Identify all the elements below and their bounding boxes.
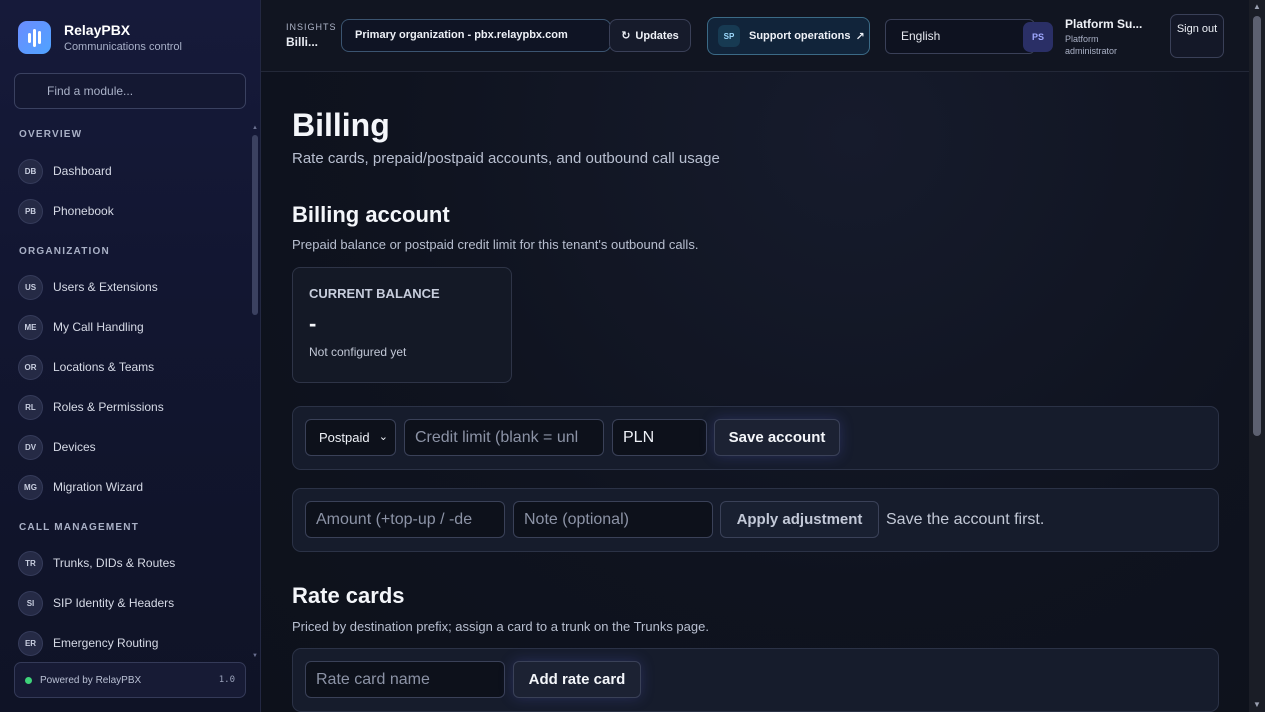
sidebar-item-dashboard[interactable]: DB Dashboard — [0, 151, 252, 191]
page-subtitle: Rate cards, prepaid/postpaid accounts, a… — [292, 150, 720, 167]
sidebar-item-label: My Call Handling — [53, 320, 144, 334]
sidebar: RelayPBX Communications control Find a m… — [0, 0, 261, 712]
emergency-routing-icon: ER — [18, 630, 43, 656]
scroll-down-icon[interactable]: ▼ — [1249, 700, 1265, 709]
sidebar-item-trunks[interactable]: TR Trunks, DIDs & Routes — [0, 543, 252, 583]
sidebar-item-label: Devices — [53, 440, 96, 454]
sidebar-item-label: Users & Extensions — [53, 280, 158, 294]
billing-mode-value: Postpaid — [319, 430, 370, 445]
balance-note: Not configured yet — [309, 345, 407, 359]
sidebar-item-call-handling[interactable]: ME My Call Handling — [0, 307, 252, 347]
user-info: Platform Su... Platform administrator — [1065, 17, 1142, 57]
roles-icon: RL — [18, 394, 43, 420]
dashboard-icon: DB — [18, 158, 43, 184]
support-icon: SP — [718, 25, 740, 47]
add-rate-card-button[interactable]: Add rate card — [513, 661, 641, 698]
sidebar-item-label: Emergency Routing — [53, 636, 159, 650]
module-search-input[interactable]: Find a module... — [14, 73, 246, 109]
breadcrumb-kicker: INSIGHTS — [286, 22, 337, 32]
apply-adjustment-button[interactable]: Apply adjustment — [720, 501, 879, 538]
brand-logo-icon — [18, 21, 51, 54]
topbar: INSIGHTS Billi... Primary organization -… — [261, 0, 1249, 72]
nav-section-title: ORGANIZATION — [19, 246, 110, 257]
scroll-up-icon[interactable]: ▲ — [1249, 2, 1265, 11]
note-input[interactable]: Note (optional) — [513, 501, 713, 538]
scroll-down-icon[interactable]: ▼ — [252, 653, 258, 659]
sidebar-scroll-thumb[interactable] — [252, 135, 258, 315]
support-label: Support operations — [749, 30, 851, 42]
save-account-button[interactable]: Save account — [714, 419, 840, 456]
breadcrumb-title: Billi... — [286, 35, 319, 49]
sidebar-item-locations[interactable]: OR Locations & Teams — [0, 347, 252, 387]
external-link-icon: ↗ — [855, 30, 865, 43]
users-icon: US — [18, 274, 43, 300]
amount-input[interactable]: Amount (+top-up / -de — [305, 501, 505, 538]
sidebar-item-label: SIP Identity & Headers — [53, 596, 175, 610]
scroll-up-icon[interactable]: ▲ — [252, 125, 258, 131]
nav-section-title: CALL MANAGEMENT — [19, 522, 140, 533]
sidebar-item-label: Phonebook — [53, 204, 114, 218]
balance-adjustment-panel: Amount (+top-up / -de Note (optional) Ap… — [292, 488, 1219, 552]
user-role: Platform administrator — [1065, 34, 1118, 56]
sidebar-item-emergency-routing[interactable]: ER Emergency Routing — [0, 623, 252, 660]
sidebar-item-users[interactable]: US Users & Extensions — [0, 267, 252, 307]
chevron-down-icon: ⌄ — [378, 431, 388, 443]
locations-icon: OR — [18, 354, 43, 380]
sidebar-item-roles[interactable]: RL Roles & Permissions — [0, 387, 252, 427]
page-title: Billing — [292, 107, 390, 143]
refresh-icon: ↻ — [621, 30, 631, 42]
main-scroll-thumb[interactable] — [1253, 16, 1261, 436]
phonebook-icon: PB — [18, 198, 43, 224]
powered-by-text: Powered by RelayPBX — [40, 674, 142, 686]
updates-button[interactable]: ↻ Updates — [609, 19, 691, 52]
sidebar-item-phonebook[interactable]: PB Phonebook — [0, 191, 252, 231]
avatar[interactable]: PS — [1023, 22, 1053, 52]
main-content: Billing Rate cards, prepaid/postpaid acc… — [261, 72, 1249, 712]
rate-card-create-panel: Rate card name Add rate card — [292, 648, 1219, 712]
sidebar-nav: OVERVIEW DB Dashboard PB Phonebook ORGAN… — [0, 120, 252, 660]
apply-hint: Save the account first. — [886, 511, 1045, 528]
billing-mode-select[interactable]: Postpaid ⌄ — [305, 419, 396, 456]
currency-input[interactable]: PLN — [612, 419, 707, 456]
migration-icon: MG — [18, 474, 43, 500]
updates-label: Updates — [635, 29, 679, 42]
nav-section-title: OVERVIEW — [19, 129, 83, 140]
sidebar-scrollbar[interactable]: ▲ ▼ — [252, 125, 258, 665]
sidebar-item-devices[interactable]: DV Devices — [0, 427, 252, 467]
billing-account-subtitle: Prepaid balance or postpaid credit limit… — [292, 237, 699, 252]
devices-icon: DV — [18, 434, 43, 460]
account-settings-panel: Postpaid ⌄ Credit limit (blank = unl PLN… — [292, 406, 1219, 470]
user-name: Platform Su... — [1065, 17, 1143, 31]
sidebar-item-label: Trunks, DIDs & Routes — [53, 556, 176, 570]
brand[interactable]: RelayPBX Communications control — [18, 21, 182, 54]
version-label: 1.0 — [218, 675, 235, 685]
trunks-icon: TR — [18, 550, 43, 576]
sidebar-item-migration[interactable]: MG Migration Wizard — [0, 467, 252, 507]
credit-limit-input[interactable]: Credit limit (blank = unl — [404, 419, 604, 456]
balance-value: - — [309, 311, 317, 336]
powered-by-footer: Powered by RelayPBX 1.0 — [14, 662, 246, 698]
brand-subtitle: Communications control — [64, 41, 182, 53]
status-dot-icon — [25, 676, 32, 684]
sidebar-item-label: Locations & Teams — [53, 360, 155, 374]
sign-out-button[interactable]: Sign out — [1170, 14, 1224, 58]
breadcrumb: INSIGHTS Billi... — [286, 22, 337, 49]
support-operations-button[interactable]: SP Support operations ↗ — [707, 17, 870, 55]
balance-label: CURRENT BALANCE — [309, 286, 440, 301]
organization-select[interactable]: Primary organization - pbx.relaypbx.com — [341, 19, 611, 52]
main-scrollbar[interactable]: ▲ ▼ — [1249, 0, 1265, 712]
sidebar-item-label: Dashboard — [53, 164, 112, 178]
call-handling-icon: ME — [18, 314, 43, 340]
billing-account-title: Billing account — [292, 202, 450, 227]
rate-cards-subtitle: Priced by destination prefix; assign a c… — [292, 619, 709, 634]
sidebar-item-sip-identity[interactable]: SI SIP Identity & Headers — [0, 583, 252, 623]
sip-identity-icon: SI — [18, 590, 43, 616]
language-select[interactable]: English — [885, 19, 1035, 54]
sidebar-item-label: Migration Wizard — [53, 480, 144, 494]
sidebar-item-label: Roles & Permissions — [53, 400, 164, 414]
brand-name: RelayPBX — [64, 22, 131, 38]
current-balance-card: CURRENT BALANCE - Not configured yet — [292, 267, 512, 383]
rate-cards-title: Rate cards — [292, 583, 405, 608]
rate-card-name-input[interactable]: Rate card name — [305, 661, 505, 698]
